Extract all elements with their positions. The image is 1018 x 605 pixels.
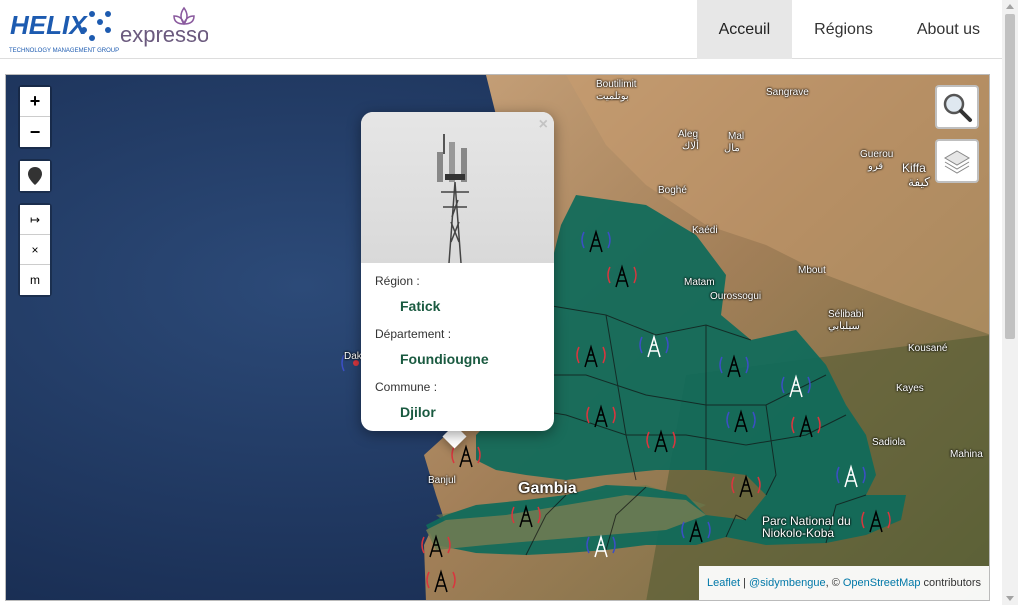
popup-region-label: Région : <box>375 274 420 288</box>
popup-region-value: Fatick <box>400 298 441 314</box>
place-label: Aleg <box>678 129 699 140</box>
place-label: Sélibabi <box>828 309 864 320</box>
place-label: Mahina <box>950 449 983 460</box>
helix-expresso-logo-icon: HELIX TECHNOLOGY MANAGEMENT GROUP expres… <box>9 6 209 54</box>
popup-departement-value: Foundiougne <box>400 351 489 367</box>
place-label: Kiffa <box>902 161 926 175</box>
place-label: Mal <box>728 131 745 142</box>
place-label: Guerou <box>860 149 894 160</box>
nav-item-about-us[interactable]: About us <box>895 0 1002 59</box>
place-label: Kousané <box>908 343 948 354</box>
scrollbar-thumb[interactable] <box>1005 14 1015 339</box>
main-nav: Acceuil Régions About us <box>696 0 1002 59</box>
place-label: Mbout <box>798 265 826 276</box>
brand-logo[interactable]: HELIX TECHNOLOGY MANAGEMENT GROUP expres… <box>8 4 209 56</box>
nav-item-acceuil[interactable]: Acceuil <box>696 0 793 59</box>
place-label: بوتلميت <box>596 91 629 102</box>
place-label: Parc National du Niokolo-Koba <box>762 514 851 540</box>
place-label: مال <box>724 143 740 154</box>
cell-tower-image <box>361 112 554 264</box>
svg-text:HELIX: HELIX <box>10 10 88 40</box>
cell-tower-icon <box>437 134 469 264</box>
popup-commune-value: Djilor <box>400 404 436 420</box>
zoom-control: + − <box>18 85 52 149</box>
site-popup: × Région : Fatick Département : Foundiou… <box>361 112 554 431</box>
popup-departement-label: Département : <box>375 327 452 341</box>
scroll-up-arrow-icon[interactable] <box>1006 4 1014 9</box>
place-label: Boutilimit <box>596 79 637 90</box>
clear-measure-button[interactable]: × <box>20 235 50 265</box>
osm-link[interactable]: OpenStreetMap <box>843 577 921 589</box>
marker-control <box>18 159 52 193</box>
attribution-copyright: , © <box>825 577 840 589</box>
place-label: Ourossogui <box>710 291 762 302</box>
popup-commune-label: Commune : <box>375 380 438 394</box>
place-label: Kaédi <box>692 225 718 236</box>
add-marker-button[interactable] <box>20 161 50 191</box>
measure-button[interactable]: ↦ <box>20 205 50 235</box>
zoom-in-button[interactable]: + <box>20 87 50 117</box>
place-label: ألاك <box>682 141 699 152</box>
layers-button[interactable] <box>935 139 979 183</box>
layers-icon <box>944 150 970 174</box>
zoom-out-button[interactable]: − <box>20 117 50 147</box>
attribution-contributors: contributors <box>920 577 982 589</box>
place-label: كيفة <box>908 175 930 189</box>
scroll-down-arrow-icon[interactable] <box>1006 596 1014 601</box>
popup-close-button[interactable]: × <box>539 116 548 134</box>
map-attribution: Leaflet | @sidymbengue , © OpenStreetMap… <box>699 566 989 600</box>
top-navbar: HELIX TECHNOLOGY MANAGEMENT GROUP expres… <box>0 0 1002 59</box>
map-pin-icon <box>28 167 42 185</box>
author-link[interactable]: @sidymbengue <box>749 577 826 589</box>
search-button[interactable] <box>935 85 979 129</box>
attribution-separator: | <box>740 577 750 589</box>
place-label: Gambia <box>518 480 577 497</box>
map-container[interactable]: Boutilimit بوتلميت Sangrave Aleg ألاك Ma… <box>5 74 990 601</box>
svg-text:TECHNOLOGY MANAGEMENT GROUP: TECHNOLOGY MANAGEMENT GROUP <box>9 48 119 54</box>
page-scrollbar[interactable] <box>1002 0 1018 605</box>
place-label: قرو <box>868 161 884 172</box>
measure-units-button[interactable]: m <box>20 265 50 295</box>
magnifier-icon <box>943 93 972 122</box>
place-label: Boghé <box>658 185 687 196</box>
place-label: Kayes <box>896 383 924 394</box>
place-label: Matam <box>684 277 715 288</box>
place-label: Sangrave <box>766 87 809 98</box>
place-label: سيلبابي <box>828 321 860 332</box>
place-label: Banjul <box>428 475 456 486</box>
svg-text:expresso: expresso <box>120 22 208 47</box>
measure-control: ↦ × m <box>18 203 52 297</box>
place-label: Sadiola <box>872 437 906 448</box>
leaflet-link[interactable]: Leaflet <box>707 577 740 589</box>
nav-item-regions[interactable]: Régions <box>792 0 895 59</box>
